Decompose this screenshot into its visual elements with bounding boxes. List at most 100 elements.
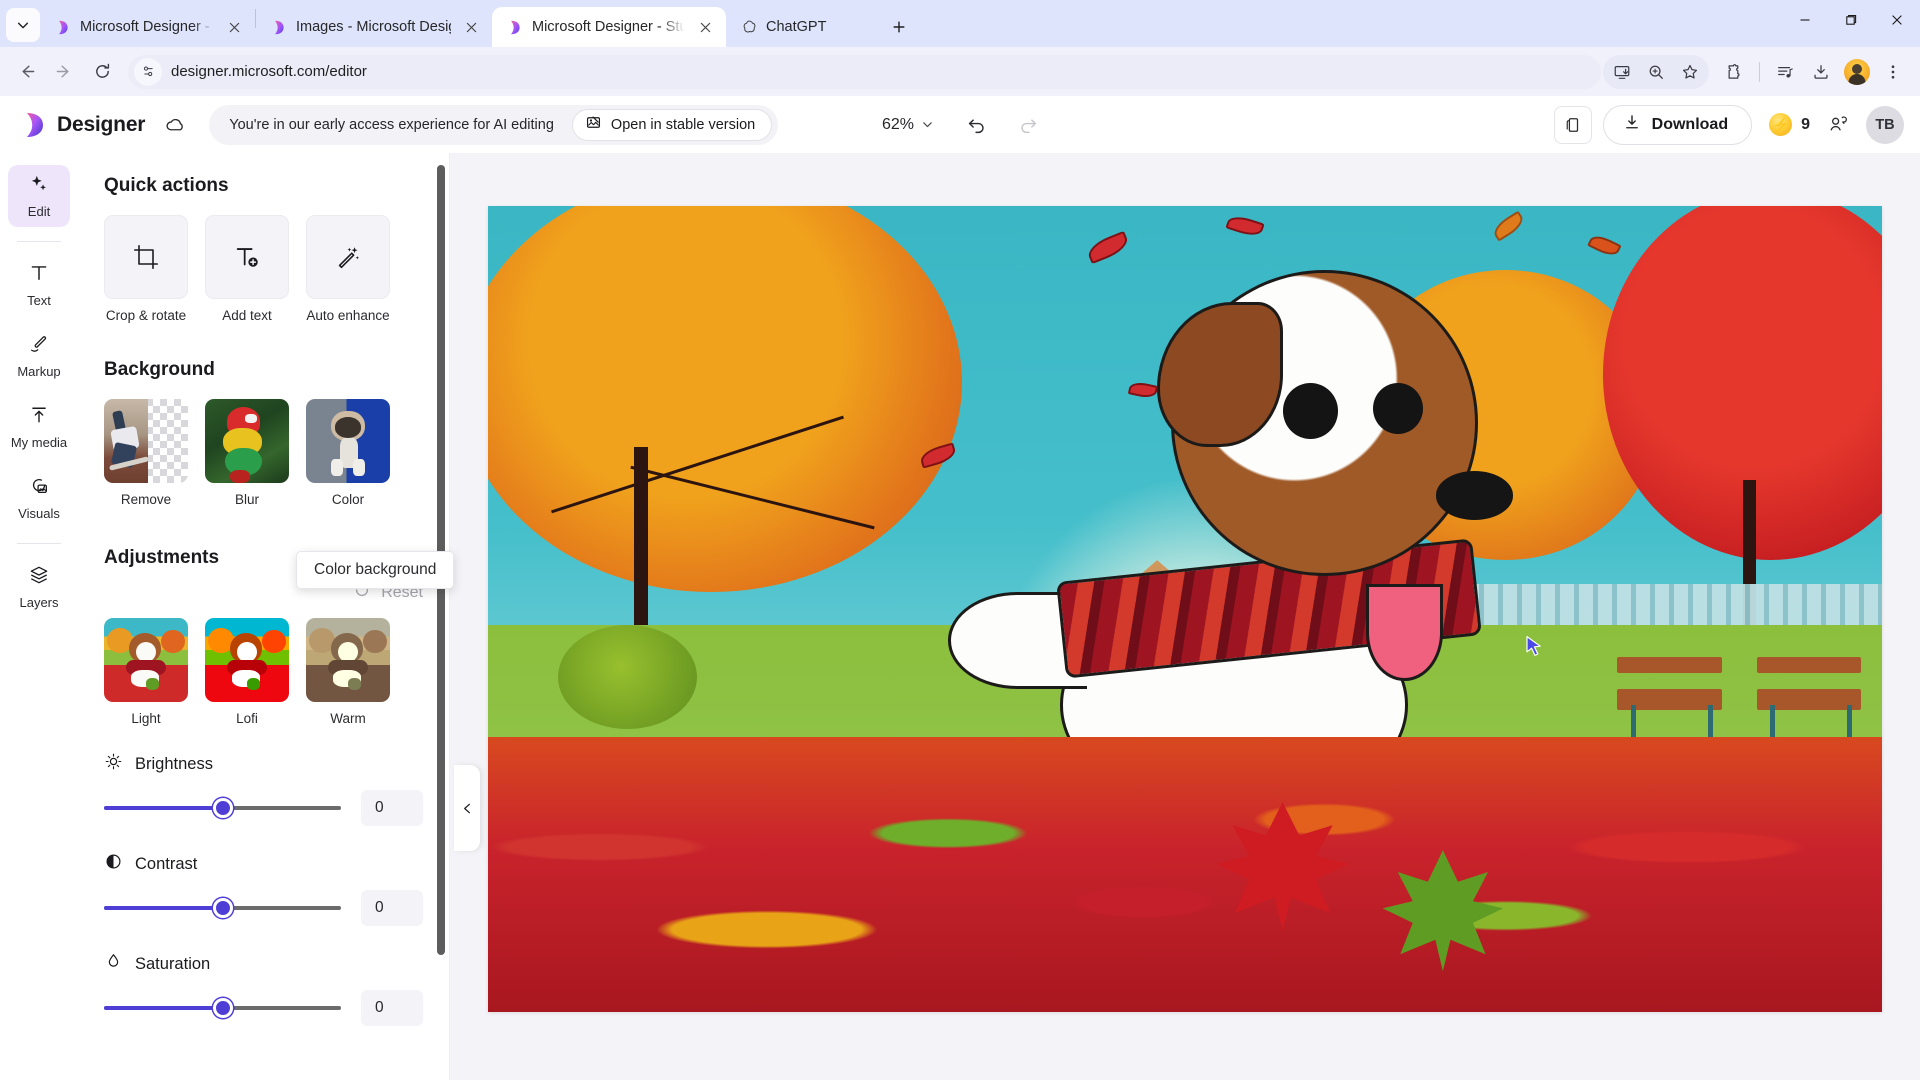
back-button[interactable] xyxy=(8,54,44,90)
crop-rotate-icon xyxy=(104,215,188,299)
zoom-icon[interactable] xyxy=(1639,55,1673,89)
forward-button[interactable] xyxy=(46,54,82,90)
saturation-slider-track[interactable] xyxy=(104,997,341,1019)
artwork-bench-2-back xyxy=(1756,656,1862,673)
undo-button[interactable] xyxy=(957,106,995,144)
contrast-value-field[interactable]: 0 xyxy=(361,890,423,926)
brightness-slider-track[interactable] xyxy=(104,797,341,819)
adjustment-preset-warm[interactable]: Warm xyxy=(306,618,390,726)
adjustment-preset-light[interactable]: Light xyxy=(104,618,188,726)
quick-actions-row: Crop & rotate Add text Auto enhance xyxy=(104,215,423,323)
window-maximize-button[interactable] xyxy=(1828,0,1874,40)
background-option-blur[interactable]: Blur xyxy=(205,399,289,507)
tab-list-menu-button[interactable] xyxy=(6,8,40,42)
new-tab-button[interactable] xyxy=(884,12,914,42)
designer-logo-icon xyxy=(22,112,44,138)
dog-warm-preset-thumb xyxy=(306,618,390,702)
text-t-icon xyxy=(28,262,50,289)
brightness-value-field[interactable]: 0 xyxy=(361,790,423,826)
browser-tab-2[interactable]: Images - Microsoft Designer xyxy=(256,7,492,47)
rail-item-my-media[interactable]: My media xyxy=(8,396,70,458)
adjustment-preset-label: Light xyxy=(131,711,161,726)
browser-toolbar: designer.microsoft.com/editor xyxy=(0,47,1920,96)
designer-brand[interactable]: Designer xyxy=(22,112,145,138)
background-option-color[interactable]: Color xyxy=(306,399,390,507)
credit-coin-icon: ⚡ xyxy=(1769,113,1793,136)
contrast-slider-track[interactable] xyxy=(104,897,341,919)
close-icon xyxy=(700,22,710,32)
pug-blue-color-thumb xyxy=(306,399,390,483)
bookmark-star-icon[interactable] xyxy=(1673,55,1707,89)
image-swap-icon xyxy=(585,114,602,135)
redo-button[interactable] xyxy=(1009,106,1047,144)
artwork-dog-tongue xyxy=(1366,584,1443,682)
reading-list-icon[interactable] xyxy=(1768,55,1802,89)
site-settings-button[interactable] xyxy=(134,57,162,86)
slider-thumb[interactable] xyxy=(212,898,233,918)
close-icon xyxy=(1892,15,1902,25)
quick-action-add-text[interactable]: Add text xyxy=(205,215,289,323)
rail-item-visuals[interactable]: Visuals xyxy=(8,467,70,529)
rail-item-label: Layers xyxy=(19,595,59,610)
rail-item-text[interactable]: Text xyxy=(8,254,70,316)
slider-brightness-row: 0 xyxy=(104,790,423,826)
browser-tab-4[interactable]: ChatGPT xyxy=(726,7,876,47)
quick-action-auto-enhance[interactable]: Auto enhance xyxy=(306,215,390,323)
user-avatar[interactable]: TB xyxy=(1866,105,1904,144)
rail-item-label: Visuals xyxy=(18,506,60,521)
address-bar[interactable]: designer.microsoft.com/editor xyxy=(128,54,1601,89)
rail-item-markup[interactable]: Markup xyxy=(8,325,70,387)
tab-close-button[interactable] xyxy=(460,16,482,38)
tab-close-button[interactable] xyxy=(223,16,245,38)
extensions-puzzle-icon[interactable] xyxy=(1717,55,1751,89)
quick-action-crop-rotate[interactable]: Crop & rotate xyxy=(104,215,188,323)
slider-contrast-row: 0 xyxy=(104,890,423,926)
downloads-icon[interactable] xyxy=(1804,55,1838,89)
open-in-stable-version-button[interactable]: Open in stable version xyxy=(571,108,773,141)
adjustment-preset-lofi[interactable]: Lofi xyxy=(205,618,289,726)
chevron-down-icon xyxy=(923,122,932,128)
slider-thumb[interactable] xyxy=(212,998,233,1018)
skateboarder-transparent-thumb xyxy=(104,399,188,483)
parrot-blur-thumb xyxy=(205,399,289,483)
plus-icon xyxy=(893,21,905,33)
install-app-icon[interactable] xyxy=(1605,55,1639,89)
canvas-area[interactable] xyxy=(450,153,1920,1080)
close-icon xyxy=(229,22,239,32)
credits-indicator[interactable]: ⚡ 9 xyxy=(1763,113,1810,136)
share-button[interactable] xyxy=(1821,108,1855,142)
slider-brightness-header: Brightness xyxy=(104,752,423,776)
saturation-value-field[interactable]: 0 xyxy=(361,990,423,1026)
quick-action-label: Auto enhance xyxy=(306,308,390,323)
slider-contrast: Contrast 0 xyxy=(104,852,423,926)
window-close-button[interactable] xyxy=(1874,0,1920,40)
layers-stack-icon xyxy=(28,564,50,591)
profile-avatar-icon[interactable] xyxy=(1840,55,1874,89)
background-option-label: Blur xyxy=(234,492,259,507)
download-button[interactable]: Download xyxy=(1602,104,1753,145)
chrome-menu-icon[interactable] xyxy=(1876,55,1910,89)
window-minimize-button[interactable] xyxy=(1782,0,1828,40)
browser-tab-3-active[interactable]: Microsoft Designer - Stunning designs in… xyxy=(492,7,726,47)
zoom-and-history-controls: 62% xyxy=(873,106,1047,144)
edit-panel: Quick actions Crop & rotate Add text Aut… xyxy=(78,153,450,1080)
forward-arrow-icon xyxy=(56,65,69,78)
tab-close-button[interactable] xyxy=(694,16,716,38)
browser-tab-1[interactable]: Microsoft Designer - Stunning designs in… xyxy=(40,7,255,47)
slider-thumb[interactable] xyxy=(212,798,233,818)
reload-button[interactable] xyxy=(84,54,120,90)
share-people-icon xyxy=(1830,116,1847,131)
brightness-sun-icon xyxy=(104,752,123,776)
background-option-remove[interactable]: Remove xyxy=(104,399,188,507)
compare-view-button[interactable] xyxy=(1553,105,1592,144)
zoom-level-dropdown[interactable]: 62% xyxy=(873,111,943,139)
artboard-image[interactable] xyxy=(488,205,1882,1012)
app-title: Designer xyxy=(57,112,146,136)
rail-item-edit[interactable]: Edit xyxy=(8,165,70,227)
app-body: Edit Text Markup My media Visuals Layers… xyxy=(0,153,1920,1080)
collapse-panel-handle[interactable] xyxy=(454,765,480,851)
dog-light-preset-thumb xyxy=(104,618,188,702)
rail-item-layers[interactable]: Layers xyxy=(8,556,70,618)
slider-track-fill xyxy=(104,1006,223,1010)
cloud-saved-icon[interactable] xyxy=(164,114,187,135)
